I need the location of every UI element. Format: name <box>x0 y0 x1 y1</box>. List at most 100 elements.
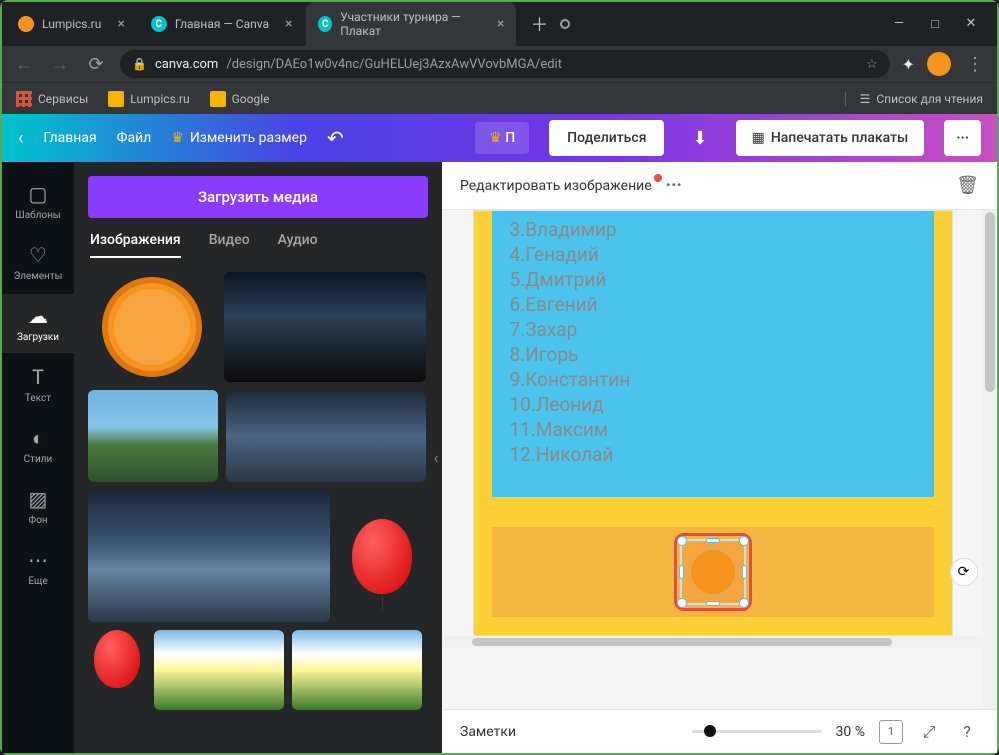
pro-button[interactable]: ♛ П <box>475 122 529 154</box>
media-space-1[interactable] <box>224 272 426 382</box>
panel-collapse-handle[interactable]: ‹ <box>429 418 442 498</box>
fullscreen-button[interactable]: ⤢ <box>917 720 941 744</box>
media-panel: Загрузить медиа Изображения Видео Аудио … <box>74 162 442 753</box>
resize-handle[interactable] <box>677 536 687 546</box>
download-button[interactable]: ⬇ <box>684 128 715 149</box>
close-icon[interactable]: × <box>117 16 124 32</box>
rotate-button[interactable]: ⟳ <box>950 558 978 586</box>
media-sunrise-1[interactable] <box>154 630 284 710</box>
zoom-slider[interactable] <box>692 730 822 733</box>
resize-button[interactable]: ♛ Изменить размер <box>171 130 307 146</box>
canvas-scroll[interactable]: 3.Владимир4.Генадий5.Дмитрий6.Евгений7.З… <box>442 210 983 709</box>
list-name: Евгений <box>525 293 597 316</box>
nav-styles[interactable]: ◐Стили <box>2 416 74 475</box>
bookmark-google[interactable]: Google <box>210 91 270 107</box>
upload-media-button[interactable]: Загрузить медиа <box>88 176 428 218</box>
minimize-button[interactable]: — <box>893 16 905 32</box>
header-more-button[interactable]: ··· <box>944 120 981 156</box>
print-button[interactable]: ▦Напечатать плакаты <box>736 120 925 156</box>
selection-highlight <box>674 533 752 611</box>
canvas-toolbar: Редактировать изображение ··· 🗑 <box>442 162 997 210</box>
resize-handle[interactable] <box>706 601 720 606</box>
new-tab-button[interactable]: ＋ <box>518 11 560 37</box>
list-item[interactable]: 7.Захар <box>510 317 916 342</box>
resize-handle[interactable] <box>739 536 749 546</box>
selected-image[interactable] <box>680 539 746 605</box>
back-icon[interactable]: ‹ <box>18 128 23 149</box>
nav-elements[interactable]: ♡Элементы <box>2 233 74 292</box>
nav-uploads[interactable]: ☁Загрузки <box>2 294 74 353</box>
resize-handle[interactable] <box>706 538 720 543</box>
account-icon[interactable] <box>560 19 570 29</box>
media-space-3[interactable] <box>88 490 330 622</box>
zoom-value[interactable]: 30 % <box>836 724 865 740</box>
notes-button[interactable]: Заметки <box>460 724 516 740</box>
nav-text[interactable]: TТекст <box>2 355 74 414</box>
folder-icon <box>210 91 226 107</box>
bookmark-services[interactable]: Сервисы <box>16 91 88 107</box>
list-item[interactable]: 11.Максим <box>510 417 916 442</box>
tab-video[interactable]: Видео <box>209 232 250 258</box>
maximize-button[interactable]: □ <box>929 16 941 32</box>
media-space-2[interactable] <box>226 390 426 482</box>
horizontal-scrollbar[interactable] <box>442 636 983 648</box>
list-item[interactable]: 3.Владимир <box>510 217 916 242</box>
nav-more[interactable]: ⋯Еще <box>2 538 74 597</box>
list-number: 8. <box>510 343 526 366</box>
list-name: Николай <box>536 443 614 466</box>
list-item[interactable]: 10.Леонид <box>510 392 916 417</box>
share-button[interactable]: Поделиться <box>549 120 664 156</box>
profile-avatar[interactable] <box>927 52 951 76</box>
media-landscape[interactable] <box>88 390 218 482</box>
bookmark-star-icon[interactable]: ☆ <box>866 57 878 72</box>
vertical-scrollbar[interactable] <box>983 210 997 709</box>
reading-list-button[interactable]: ☰Список для чтения <box>845 92 983 106</box>
list-item[interactable]: 4.Генадий <box>510 242 916 267</box>
list-item[interactable]: 12.Николай <box>510 442 916 467</box>
participants-list[interactable]: 3.Владимир4.Генадий5.Дмитрий6.Евгений7.З… <box>492 211 934 497</box>
pages-button[interactable]: 1 <box>879 720 903 744</box>
list-item[interactable]: 8.Игорь <box>510 342 916 367</box>
list-item[interactable]: 5.Дмитрий <box>510 267 916 292</box>
list-item[interactable]: 6.Евгений <box>510 292 916 317</box>
browser-tab-0[interactable]: Lumpics.ru × <box>6 8 137 40</box>
footer-band[interactable]: ⟳ <box>492 527 934 617</box>
url-input[interactable]: 🔒 canva.com/design/DAEo1w0v4nc/GuHELUej3… <box>120 50 890 78</box>
home-link[interactable]: Главная <box>43 130 96 146</box>
media-balloon-1[interactable] <box>338 490 426 622</box>
edit-image-button[interactable]: Редактировать изображение <box>460 178 652 194</box>
tab-audio[interactable]: Аудио <box>278 232 318 258</box>
file-menu[interactable]: Файл <box>117 130 152 146</box>
reload-button[interactable]: ⟳ <box>84 54 108 75</box>
nav-back-button[interactable]: ← <box>12 54 36 75</box>
toolbar-more-button[interactable]: ··· <box>666 175 682 196</box>
browser-tab-2[interactable]: C Участники турнира — Плакат × <box>306 2 516 46</box>
delete-button[interactable]: 🗑 <box>956 175 979 196</box>
slider-thumb[interactable] <box>704 725 716 737</box>
resize-handle[interactable] <box>679 565 684 579</box>
close-window-button[interactable]: ✕ <box>965 16 977 32</box>
extensions-icon[interactable]: ✦ <box>902 55 915 74</box>
browser-addressbar: ← → ⟳ 🔒 canva.com/design/DAEo1w0v4nc/GuH… <box>2 46 997 82</box>
media-balloon-2[interactable] <box>88 630 146 710</box>
tab-images[interactable]: Изображения <box>90 232 181 258</box>
undo-button[interactable]: ↶ <box>327 126 344 150</box>
close-icon[interactable]: × <box>285 16 292 32</box>
bookmark-lumpics[interactable]: Lumpics.ru <box>108 91 189 107</box>
media-sunrise-2[interactable] <box>292 630 422 710</box>
list-item[interactable]: 9.Константин <box>510 367 916 392</box>
resize-handle[interactable] <box>739 598 749 608</box>
help-button[interactable]: ? <box>955 720 979 744</box>
nav-templates[interactable]: ▢Шаблоны <box>2 172 74 231</box>
elements-icon: ♡ <box>26 243 50 267</box>
browser-menu-button[interactable]: ⋮ <box>963 54 987 75</box>
close-icon[interactable]: × <box>497 16 504 32</box>
resize-handle[interactable] <box>742 565 747 579</box>
resize-handle[interactable] <box>677 598 687 608</box>
bottom-bar: Заметки 30 % 1 ⤢ ? <box>442 709 997 753</box>
browser-tab-1[interactable]: C Главная — Canva × <box>139 8 305 40</box>
nav-forward-button[interactable]: → <box>48 54 72 75</box>
nav-background[interactable]: ▨Фон <box>2 477 74 536</box>
poster-document[interactable]: 3.Владимир4.Генадий5.Дмитрий6.Евгений7.З… <box>473 210 953 636</box>
media-orange[interactable] <box>88 272 216 382</box>
